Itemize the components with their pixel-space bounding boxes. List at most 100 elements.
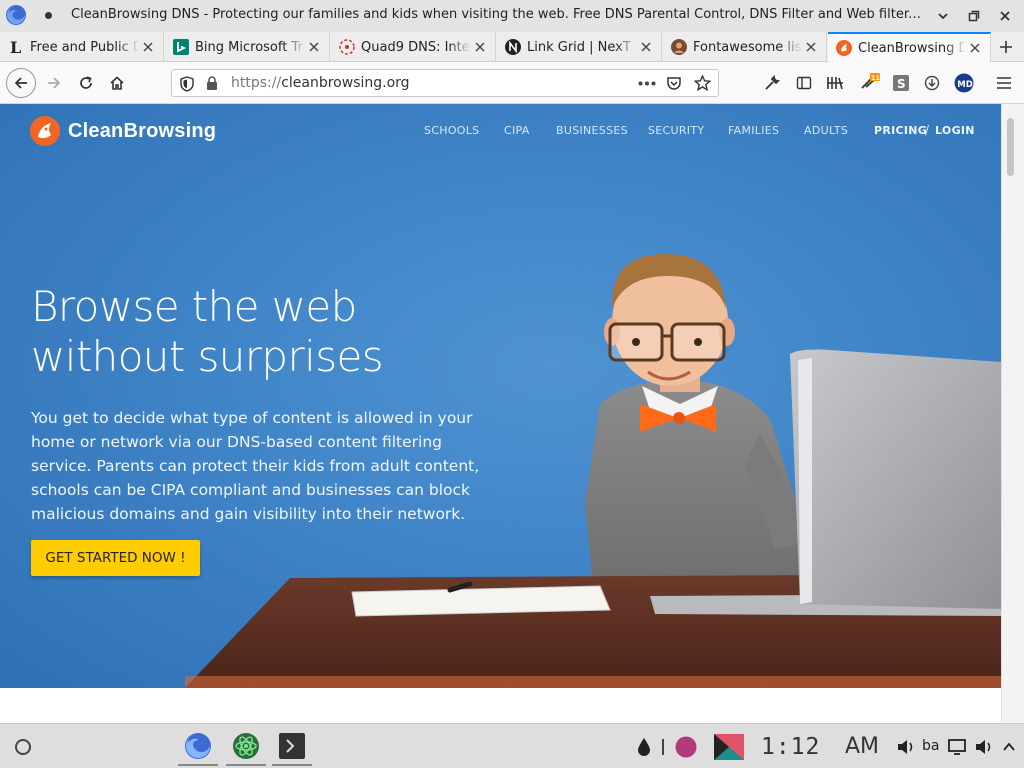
extension-downloader-button[interactable]: 11 [856,69,884,97]
new-tab-button[interactable] [994,36,1018,58]
minimize-button[interactable] [933,6,953,26]
monitor-icon [948,739,966,755]
close-tab-icon[interactable] [139,38,157,56]
desktop: CleanBrowsing DNS - Protecting our famil… [0,0,1024,768]
reload-icon [80,76,92,89]
cleanbrowsing-icon [836,40,852,56]
keyboard-layout[interactable]: ba [922,738,939,754]
library-button[interactable] [821,69,849,97]
tab-free-public-dns[interactable]: L Free and Public DNS [0,32,164,62]
reload-button[interactable] [72,69,100,97]
site-logo[interactable]: CleanBrowsing [30,116,216,146]
tray-display[interactable] [947,737,967,757]
tab-link-grid[interactable]: Link Grid | NexT [497,32,662,62]
firefox-icon [6,5,26,25]
nav-pricing[interactable]: PRICING [874,124,927,137]
nav-separator: / [925,123,930,137]
nav-adults[interactable]: ADULTS [804,124,848,137]
more-actions-icon[interactable] [638,81,656,86]
sidebar-icon [796,76,812,90]
firefox-icon [185,733,211,759]
brand-name: CleanBrowsing [68,119,217,142]
tab-bing-translator[interactable]: Bing Microsoft Translator [165,32,330,62]
tray-audio-2[interactable] [974,738,994,756]
tray-drop[interactable] [634,735,654,759]
downloads-button[interactable] [918,69,946,97]
nav-cipa[interactable]: CIPA [504,124,530,137]
tab-label: Bing Microsoft Translator [195,39,305,55]
extension-s-button[interactable]: S [887,69,915,97]
restore-icon [968,10,980,22]
close-tab-icon[interactable] [471,38,489,56]
close-tab-icon[interactable] [305,38,323,56]
arrow-left-icon [14,77,27,89]
url-text[interactable]: https://cleanbrowsing.org [231,75,410,91]
reader-view-button[interactable] [790,69,818,97]
record-icon [675,736,697,758]
url-bar[interactable]: https://cleanbrowsing.org [171,69,719,97]
page-scrollbar[interactable] [1001,104,1024,723]
chevron-up-icon [1003,742,1015,751]
scrollbar-thumb[interactable] [1007,118,1014,176]
close-tab-icon[interactable] [966,39,984,57]
hero-image [185,254,1001,688]
lock-icon[interactable] [206,76,218,91]
star-icon[interactable] [694,75,711,91]
tab-label: Link Grid | NexT [527,39,631,55]
volume-icon [976,740,991,754]
maximize-button[interactable] [964,6,984,26]
wrench-icon [765,75,780,90]
shield-icon[interactable] [180,76,194,92]
bing-icon [173,39,189,55]
pocket-icon[interactable] [666,75,682,91]
taskbar-terminal[interactable] [272,728,312,766]
tools-button[interactable] [758,69,786,97]
nav-schools[interactable]: SCHOOLS [424,124,479,137]
quad9-icon [339,39,355,55]
tray-circle[interactable] [674,735,698,759]
home-icon [110,76,124,90]
launcher-icon [15,739,31,755]
nav-security[interactable]: SECURITY [648,124,704,137]
headline-line-1: Browse the web [31,282,357,331]
start-menu-button[interactable] [12,736,34,758]
close-tab-icon[interactable] [802,38,820,56]
taskbar-atom[interactable] [226,728,266,766]
profile-initials: MD [957,80,973,90]
atom-icon [233,733,259,759]
profile-avatar-icon: MD [954,73,974,93]
s-extension-icon: S [893,75,909,91]
next-icon [505,39,521,55]
tab-label: CleanBrowsing DNS [858,40,966,56]
close-icon [1000,11,1010,21]
cleanbrowsing-logo-icon [30,116,60,146]
menu-button[interactable] [990,69,1018,97]
taskbar-firefox[interactable] [178,728,218,766]
library-icon [827,77,843,90]
plus-icon [1000,41,1012,53]
nav-families[interactable]: FAMILIES [728,124,779,137]
tab-cleanbrowsing[interactable]: CleanBrowsing DNS [828,32,991,62]
tab-quad9[interactable]: Quad9 DNS: Internet [331,32,496,62]
close-tab-icon[interactable] [637,38,655,56]
nav-login[interactable]: LOGIN [935,124,975,137]
taskbar: 1:12 AM ba [0,723,1024,768]
tab-label: Free and Public DNS [30,39,139,55]
tray-divider [660,739,666,755]
hero-headline: Browse the web without surprises [31,282,384,382]
tray-expand[interactable] [1000,738,1018,756]
tray-kde-connect[interactable] [713,733,745,761]
get-started-button[interactable]: GET STARTED NOW ! [31,540,200,576]
forward-button[interactable] [40,69,68,97]
home-button[interactable] [103,69,131,97]
close-window-button[interactable] [995,6,1015,26]
url-host: cleanbrowsing.org [281,75,410,91]
nav-businesses[interactable]: BUSINESSES [556,124,628,137]
clock-time[interactable]: 1:12 [761,734,820,760]
avatar-icon [671,39,687,55]
drop-icon [638,738,650,756]
tray-audio-1[interactable] [896,738,916,756]
profile-button[interactable]: MD [950,69,978,97]
back-button[interactable] [6,68,36,98]
tab-fontawesome[interactable]: Fontawesome list [663,32,827,62]
